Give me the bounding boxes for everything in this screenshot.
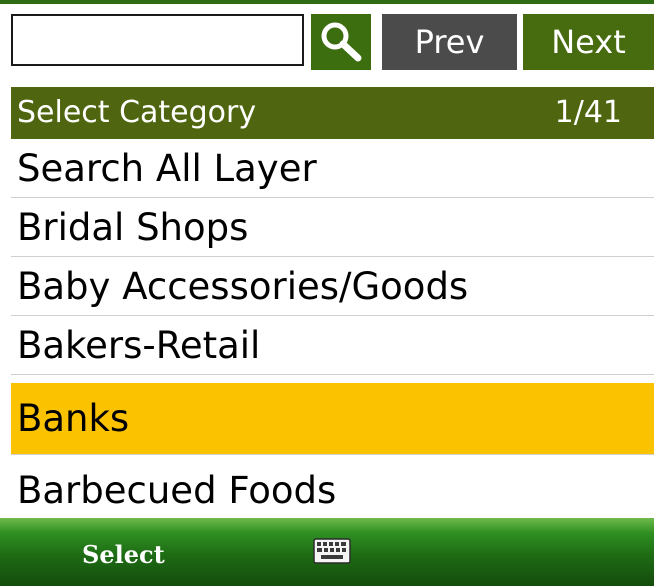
- search-input[interactable]: [11, 14, 304, 66]
- search-button[interactable]: [311, 14, 371, 70]
- header-title: Select Category: [17, 95, 257, 130]
- category-header: Select Category 1/41: [11, 87, 654, 139]
- select-softkey[interactable]: Select: [82, 540, 165, 569]
- next-button[interactable]: Next: [523, 14, 654, 70]
- search-icon: [321, 22, 362, 62]
- prev-button[interactable]: Prev: [382, 14, 517, 70]
- softkey-bar: Select: [0, 518, 654, 586]
- keyboard-icon[interactable]: [313, 538, 351, 564]
- list-item-bakers-retail[interactable]: Bakers-Retail: [11, 316, 654, 375]
- search-toolbar: Prev Next: [0, 4, 654, 74]
- list-item-search-all-layer[interactable]: Search All Layer: [11, 139, 654, 198]
- list-item-bridal-shops[interactable]: Bridal Shops: [11, 198, 654, 257]
- list-item-banks[interactable]: Banks: [11, 383, 654, 455]
- page-counter: 1/41: [554, 95, 622, 130]
- list-item-baby-accessories[interactable]: Baby Accessories/Goods: [11, 257, 654, 316]
- category-list: Search All Layer Bridal Shops Baby Acces…: [11, 139, 654, 520]
- list-item-barbecued-foods[interactable]: Barbecued Foods: [11, 461, 654, 520]
